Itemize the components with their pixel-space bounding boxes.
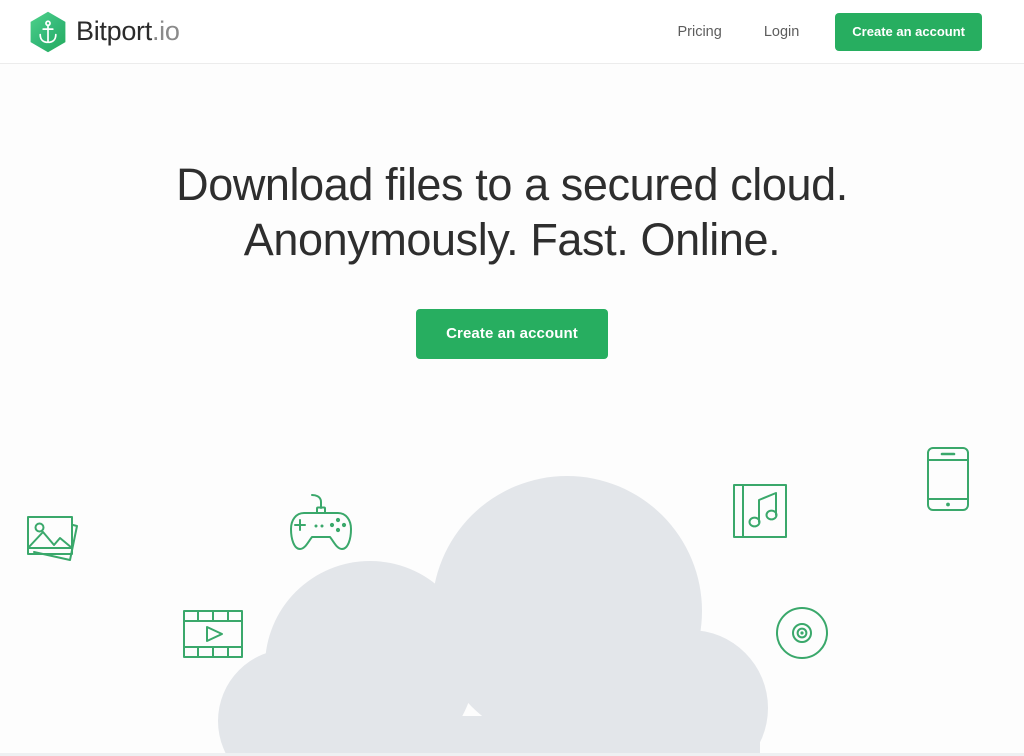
site-header: Bitport.io Pricing Login Create an accou… [0, 0, 1024, 64]
brand-name-main: Bitport [76, 16, 152, 46]
disc-icon [774, 605, 830, 661]
hero-heading-line-1: Download files to a secured cloud. [176, 159, 848, 210]
brand-logo-link[interactable]: Bitport.io [29, 11, 180, 53]
film-icon [181, 608, 245, 660]
brand-wordmark: Bitport.io [76, 18, 180, 45]
hero-heading-line-2: Anonymously. Fast. Online. [243, 213, 781, 265]
brand-name-tld: .io [151, 16, 180, 46]
photos-icon [24, 507, 86, 569]
header-create-account-button[interactable]: Create an account [835, 12, 982, 51]
cloud-graphic [0, 476, 1024, 756]
phone-icon [925, 445, 971, 513]
anchor-hexagon-icon [29, 11, 67, 53]
album-icon [731, 482, 789, 540]
primary-nav: Pricing Login Create an account [667, 12, 982, 51]
hero-cta-wrapper: Create an account [0, 308, 1024, 359]
nav-link-pricing[interactable]: Pricing [667, 16, 731, 48]
hero-heading: Download files to a secured cloud. Anony… [0, 64, 1024, 268]
nav-link-login[interactable]: Login [754, 16, 809, 48]
hero-create-account-button[interactable]: Create an account [416, 308, 608, 359]
hero-section: Download files to a secured cloud. Anony… [0, 64, 1024, 359]
gamepad-icon [286, 489, 356, 557]
